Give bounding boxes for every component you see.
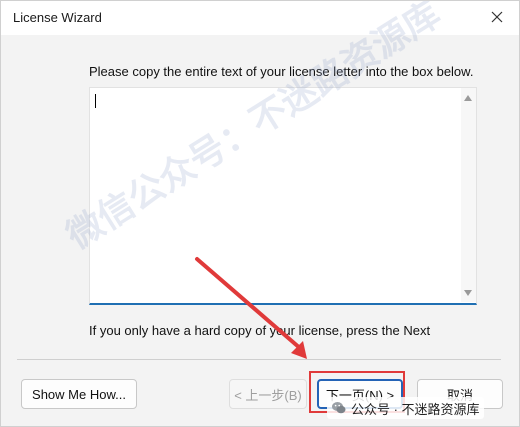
back-button[interactable]: < 上一步(B) — [229, 379, 307, 409]
text-caret — [95, 94, 96, 108]
wechat-icon — [332, 402, 346, 414]
license-textarea[interactable] — [90, 88, 462, 302]
window-title: License Wizard — [13, 10, 102, 25]
show-me-how-button[interactable]: Show Me How... — [21, 379, 137, 409]
scroll-up-icon[interactable] — [464, 95, 472, 101]
source-badge: 公众号 · 不迷路资源库 — [327, 397, 484, 419]
close-button[interactable] — [475, 1, 519, 33]
instruction-text: Please copy the entire text of your lice… — [89, 64, 474, 79]
license-text-box[interactable] — [89, 87, 477, 305]
scroll-down-icon[interactable] — [464, 290, 472, 296]
title-bar: License Wizard — [1, 1, 519, 35]
badge-text: 公众号 · 不迷路资源库 — [351, 401, 480, 417]
close-icon — [491, 11, 503, 23]
license-wizard-window: License Wizard Please copy the entire te… — [0, 0, 520, 427]
divider — [17, 359, 501, 360]
vertical-scrollbar[interactable] — [461, 88, 476, 302]
hint-text: If you only have a hard copy of your lic… — [89, 323, 431, 338]
